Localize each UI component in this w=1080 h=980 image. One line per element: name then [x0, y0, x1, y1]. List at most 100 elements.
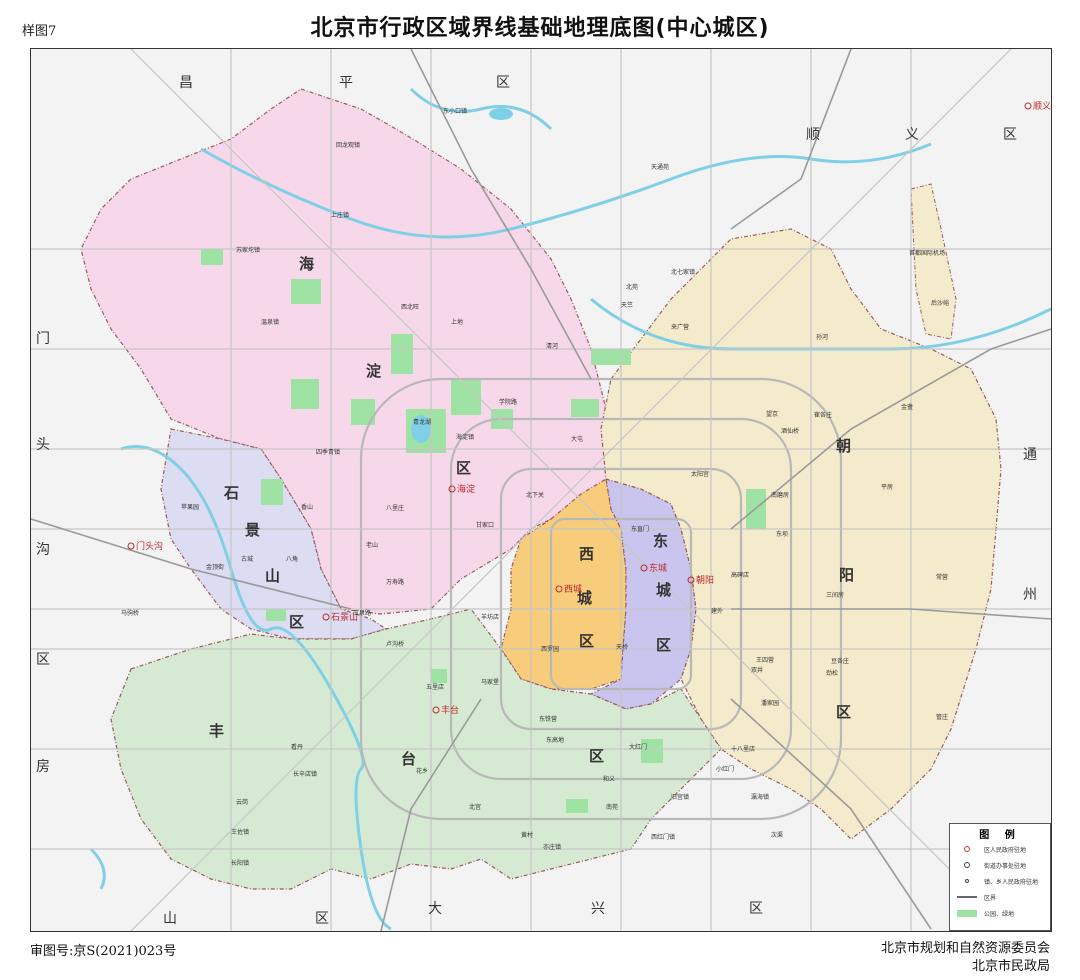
boundary-line-icon	[956, 896, 978, 898]
place-xueyuanlu: 学院路	[499, 398, 517, 406]
outer-label-mentougou-1: 门	[36, 331, 50, 347]
place-changyang: 长阳镇	[231, 859, 249, 867]
place-tiantongyuan: 天通苑	[651, 163, 669, 171]
outer-label-changping-1: 昌	[179, 75, 193, 91]
place-tianqiao: 天桥	[616, 643, 628, 651]
place-wulidian: 五里店	[426, 683, 444, 691]
district-label-chaoyang-2: 阳	[839, 566, 854, 584]
place-nanmofang: 南磨房	[771, 491, 789, 499]
map-canvas[interactable]: 海 淀 区 石 景 山 区 西 城 区 东 城 区 朝 阳 区 丰 台 区 昌 …	[30, 48, 1052, 932]
district-label-fengtai-3: 区	[589, 747, 604, 765]
place-majiapu: 马家堡	[481, 678, 499, 686]
legend-label: 公园、绿地	[984, 910, 1015, 918]
place-guanzhuang: 管庄	[936, 713, 948, 721]
district-label-dongcheng-2: 城	[656, 581, 671, 599]
gov-seat-chaoyang: 朝阳	[696, 575, 714, 586]
place-haidianzhen: 海淀镇	[456, 433, 474, 441]
place-pingfang: 平房	[881, 483, 893, 491]
place-donggaodi: 东高地	[546, 736, 564, 744]
place-laiguangying: 来广营	[671, 323, 689, 331]
outer-label-fangshan-3: 区	[315, 911, 329, 927]
map-title: 北京市行政区域界线基础地理底图(中心城区)	[310, 16, 770, 41]
gov-seat-shunyi: 顺义	[1033, 101, 1051, 112]
place-yungang: 云岗	[236, 799, 248, 806]
outer-label-shunyi-3: 区	[1003, 127, 1017, 143]
place-beixiaguan: 北下关	[526, 491, 544, 499]
legend-label: 区人民政府驻地	[984, 846, 1027, 854]
outer-label-tongzhou-1: 通	[1023, 447, 1037, 463]
outer-label-fangshan-1: 房	[36, 759, 50, 775]
place-huilongguan: 回龙观镇	[336, 141, 360, 149]
town-seat-icon	[956, 879, 978, 883]
district-label-fengtai-1: 丰	[209, 722, 224, 740]
place-beiyuan: 北苑	[626, 283, 638, 291]
legend-title: 图 例	[979, 830, 1021, 841]
place-sijiqing: 四季青镇	[316, 448, 340, 456]
place-wangsiying: 王四营	[756, 656, 774, 664]
place-xiaohongmen: 小红门	[716, 765, 734, 773]
place-airport: 首都国际机场	[909, 249, 945, 257]
place-dongxiaokou: 东小口镇	[443, 107, 467, 115]
district-label-haidian-1: 海	[299, 255, 314, 273]
legend-item-town-seat: 镇、乡人民政府驻地	[956, 873, 1050, 889]
place-tianzhu: 天竺	[621, 301, 633, 309]
legend-item-district-seat: 区人民政府驻地	[956, 841, 1050, 857]
outer-label-tongzhou-2: 州	[1023, 587, 1037, 603]
issuer-planning: 北京市规划和自然资源委员会	[880, 941, 1050, 956]
place-xibeiwang: 西北旺	[401, 303, 419, 311]
review-number: 审图号:京S(2021)023号	[30, 944, 177, 959]
place-shibalidian: 十八里店	[731, 745, 755, 753]
place-lugouqiao: 卢沟桥	[386, 640, 404, 648]
park-icon	[956, 909, 978, 917]
district-label-haidian-2: 淀	[366, 362, 382, 380]
place-dongba: 东坝	[776, 530, 788, 538]
place-wangjing: 望京	[766, 410, 778, 418]
place-yuquanlu: 玉泉路	[353, 609, 371, 617]
place-balizhuang: 八里庄	[386, 504, 404, 512]
place-yangfangdian: 羊坊店	[481, 613, 499, 621]
district-label-shijingshan-2: 景	[245, 521, 260, 539]
outer-label-shunyi-1: 顺	[806, 127, 820, 143]
outer-label-mentougou-2: 头	[36, 437, 50, 453]
place-jianwai: 建外	[711, 607, 723, 615]
gov-seat-mentougou: 门头沟	[136, 540, 163, 552]
place-laoshan: 老山	[366, 541, 378, 549]
gov-seat-haidian: 海淀	[457, 483, 475, 495]
outer-label-changping-3: 区	[496, 75, 510, 91]
district-label-xicheng-1: 西	[579, 545, 594, 563]
place-xiangshan: 香山	[301, 503, 313, 511]
district-label-fengtai-2: 台	[401, 750, 416, 768]
legend-item-subdistrict-seat: 街道办事处驻地	[956, 857, 1050, 873]
legend-label: 区界	[984, 894, 997, 902]
district-label-shijingshan-1: 石	[223, 484, 239, 502]
place-ganjiakou: 甘家口	[476, 521, 494, 529]
outer-label-fangshan-2: 山	[163, 911, 177, 927]
district-label-shijingshan-3: 山	[265, 567, 280, 585]
place-dougezhuang: 豆各庄	[831, 657, 849, 665]
place-dahongmen: 大红门	[629, 743, 647, 751]
place-shangdi: 上地	[451, 318, 463, 326]
place-houshayu: 后沙峪	[931, 299, 949, 307]
place-bajiao: 八角	[286, 555, 298, 563]
place-changying: 常营	[936, 573, 948, 581]
place-xihongmen: 西红门镇	[651, 833, 675, 841]
legend-label: 街道办事处驻地	[984, 862, 1027, 870]
place-pingguoyuan: 苹果园	[181, 503, 199, 511]
outer-label-changping-2: 平	[339, 75, 353, 91]
place-beigongsi: 北宫	[469, 803, 481, 811]
district-label-haidian-3: 区	[456, 459, 471, 477]
district-label-shijingshan-4: 区	[289, 613, 304, 631]
place-jinzhan: 金盏	[901, 403, 913, 411]
place-wanshoulu: 万寿路	[386, 578, 404, 586]
gov-seat-xicheng: 西城	[564, 584, 582, 595]
place-jiuxianqiao: 酒仙桥	[781, 427, 799, 435]
place-shuangjing: 双井	[751, 666, 763, 674]
place-wenquan: 温泉镇	[261, 318, 279, 326]
place-jinsong: 劲松	[826, 669, 838, 677]
outer-label-shunyi-2: 义	[905, 127, 919, 143]
place-sanjianfang: 三间房	[826, 591, 844, 599]
outer-label-mentougou-4: 区	[36, 652, 50, 668]
district-seat-icon	[956, 846, 978, 852]
legend-item-boundary: 区界	[956, 889, 1050, 905]
outer-label-mentougou-3: 沟	[36, 542, 50, 558]
